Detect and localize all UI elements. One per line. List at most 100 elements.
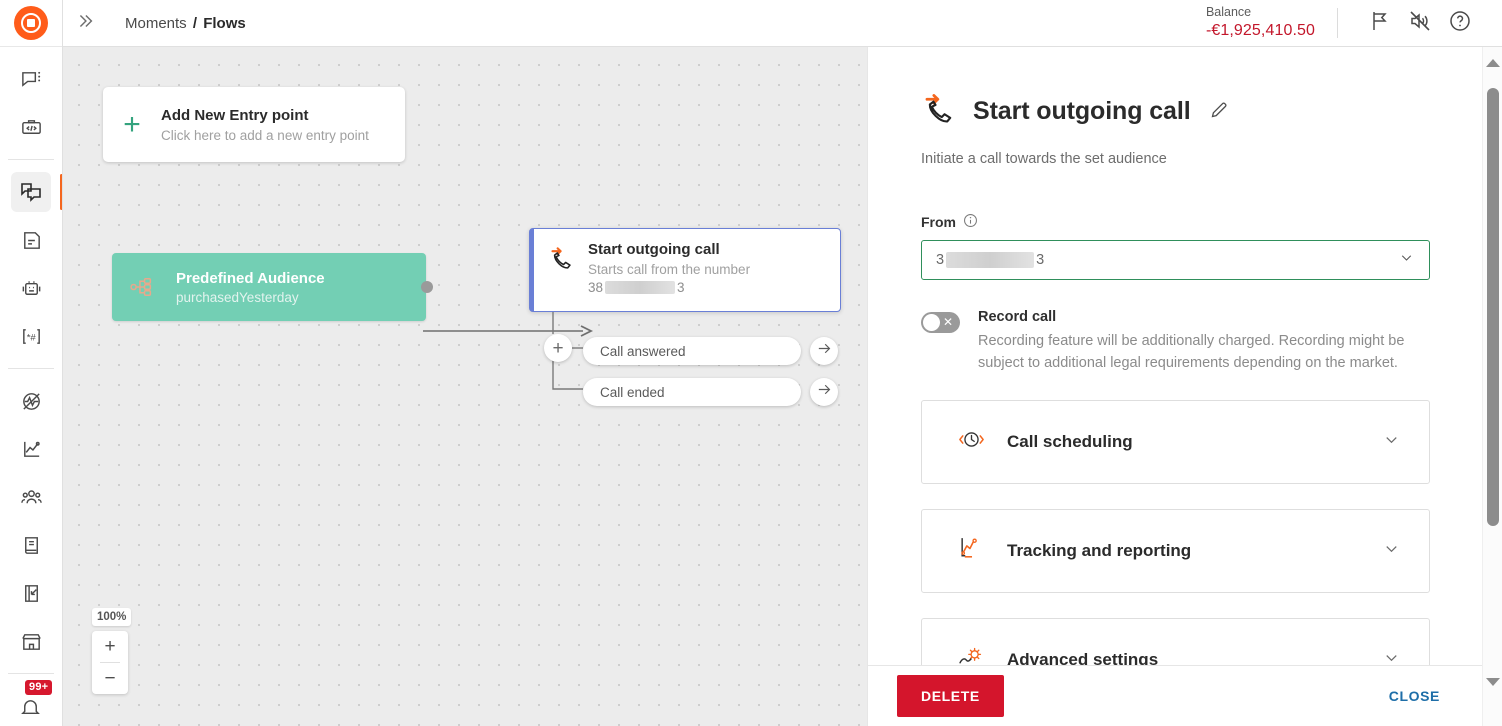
redacted-number (605, 281, 676, 294)
sidebar-item-people[interactable] (11, 477, 51, 517)
branch-call-ended[interactable]: Call ended (583, 378, 801, 406)
record-call-label: Record call (978, 309, 1057, 325)
delete-button[interactable]: DELETE (897, 675, 1004, 717)
branch-call-answered[interactable]: Call answered (583, 337, 801, 365)
help-button[interactable] (1440, 3, 1480, 43)
audience-node-title: Predefined Audience (176, 269, 325, 287)
breadcrumb: Moments / Flows (125, 15, 246, 32)
audience-node-subtitle: purchasedYesterday (176, 289, 299, 305)
tracking-chart-icon (958, 535, 985, 567)
topbar-right-group: Balance -€1,925,410.50 (1206, 3, 1502, 43)
chevron-down-icon (1398, 249, 1415, 271)
section-label: Call scheduling (1007, 431, 1133, 451)
zoom-controls: 100% + − (92, 607, 132, 694)
chatbot-answers-icon (20, 277, 43, 300)
mute-speaker-icon (1408, 9, 1432, 38)
sidebar-item-moments-flows[interactable] (11, 172, 62, 212)
flow-canvas[interactable]: + Add New Entry point Click here to add … (63, 47, 867, 726)
zoom-out-button[interactable]: − (92, 663, 128, 694)
branch-next-call-ended[interactable] (810, 378, 838, 406)
api-toolbox-icon (20, 116, 43, 139)
panel-scrollbar[interactable] (1482, 47, 1502, 726)
panel-header: Start outgoing call (921, 91, 1430, 132)
close-button[interactable]: CLOSE (1375, 678, 1454, 714)
sidebar-item-analytics[interactable] (11, 429, 51, 469)
info-circle-icon[interactable] (963, 213, 978, 231)
toggle-off-icon: ✕ (942, 315, 953, 329)
divider (1337, 8, 1338, 38)
from-number-select[interactable]: 3 3 (921, 240, 1430, 280)
add-branch-button[interactable]: + (544, 334, 572, 362)
advanced-settings-gear-icon (958, 644, 985, 665)
rail-bottom-group: 99+ (0, 678, 62, 726)
sidebar-item-conversations[interactable] (11, 59, 51, 99)
announcements-button[interactable] (1360, 3, 1400, 43)
call-node-subtitle: Starts call from the number (588, 262, 751, 277)
balance-display[interactable]: Balance -€1,925,410.50 (1206, 5, 1315, 41)
scroll-up-button[interactable] (1483, 51, 1502, 75)
node-output-port[interactable] (421, 281, 433, 293)
sidebar-item-analyze-pulse[interactable] (11, 381, 51, 421)
triangle-down-icon (1486, 678, 1500, 686)
section-call-scheduling[interactable]: Call scheduling (921, 399, 1430, 484)
arrow-right-icon (816, 340, 833, 362)
sidebar-item-api-toolbox[interactable] (11, 107, 51, 147)
scroll-down-button[interactable] (1483, 670, 1502, 694)
section-tracking-and-reporting[interactable]: Tracking and reporting (921, 508, 1430, 593)
templates-icon (20, 229, 43, 252)
mute-button[interactable] (1400, 3, 1440, 43)
toggle-knob (923, 314, 940, 331)
balance-value: -€1,925,410.50 (1205, 21, 1315, 39)
call-number-prefix: 38 (588, 280, 604, 295)
from-number-value: 3 3 (936, 252, 1044, 268)
sidebar-item-marketplace[interactable] (11, 621, 51, 661)
sidebar-item-chatbot-answers[interactable] (11, 268, 51, 308)
call-number-suffix: 3 (677, 280, 685, 295)
entry-point-subtitle: Click here to add a new entry point (161, 127, 369, 143)
record-call-setting: ✕ Record call Recording feature will be … (921, 309, 1430, 375)
section-label: Tracking and reporting (1007, 540, 1192, 560)
section-advanced-settings[interactable]: Advanced settings (921, 617, 1430, 665)
rail-group-primary (0, 47, 62, 159)
scrollbar-thumb[interactable] (1487, 88, 1499, 526)
chevron-down-icon (1382, 539, 1401, 563)
sidebar-item-catalog[interactable] (11, 525, 51, 565)
notifications-button[interactable]: 99+ (11, 680, 53, 722)
section-label: Advanced settings (1007, 649, 1159, 665)
redacted-number (946, 252, 1035, 268)
add-entry-point-node[interactable]: + Add New Entry point Click here to add … (103, 87, 405, 162)
chevron-double-right-icon (74, 10, 96, 37)
page-title: Start outgoing call (973, 97, 1191, 125)
start-outgoing-call-node[interactable]: Start outgoing call Starts call from the… (529, 228, 841, 312)
call-node-number: 38 3 (588, 280, 750, 295)
record-call-description: Recording feature will be additionally c… (978, 333, 1405, 372)
entry-point-title: Add New Entry point (161, 106, 309, 124)
app-logo[interactable] (0, 0, 62, 47)
sidebar-item-numbers[interactable]: *# (11, 316, 51, 356)
branch-next-call-answered[interactable] (810, 337, 838, 365)
numbers-icon: *# (20, 325, 43, 348)
branch-label: Call ended (600, 384, 665, 400)
sidebar-item-exit[interactable] (11, 573, 51, 613)
from-value-prefix: 3 (936, 252, 945, 268)
from-field-label: From (921, 213, 1430, 231)
call-scheduling-clock-icon (958, 426, 985, 458)
top-bar: Moments / Flows Balance -€1,925,410.50 (63, 0, 1502, 47)
exit-signout-icon (20, 582, 43, 605)
zoom-level-label: 100% (92, 608, 132, 626)
panel-subtitle: Initiate a call towards the set audience (921, 151, 1167, 167)
branch-label: Call answered (600, 343, 686, 359)
pencil-edit-icon[interactable] (1209, 99, 1230, 125)
expand-menu-button[interactable] (63, 0, 107, 47)
panel-footer: DELETE CLOSE (868, 665, 1482, 726)
panel-scroll-body: Start outgoing call Initiate a call towa… (868, 47, 1482, 665)
zoom-in-button[interactable]: + (92, 631, 128, 662)
predefined-audience-node[interactable]: Predefined Audience purchasedYesterday (112, 253, 433, 321)
sidebar-item-templates[interactable] (11, 220, 51, 260)
breadcrumb-root[interactable]: Moments (125, 15, 187, 32)
triangle-up-icon (1486, 59, 1500, 67)
record-call-toggle[interactable]: ✕ (921, 312, 960, 333)
help-question-icon (1448, 9, 1472, 38)
analytics-chart-icon (20, 438, 43, 461)
analyze-pulse-icon (20, 390, 43, 413)
